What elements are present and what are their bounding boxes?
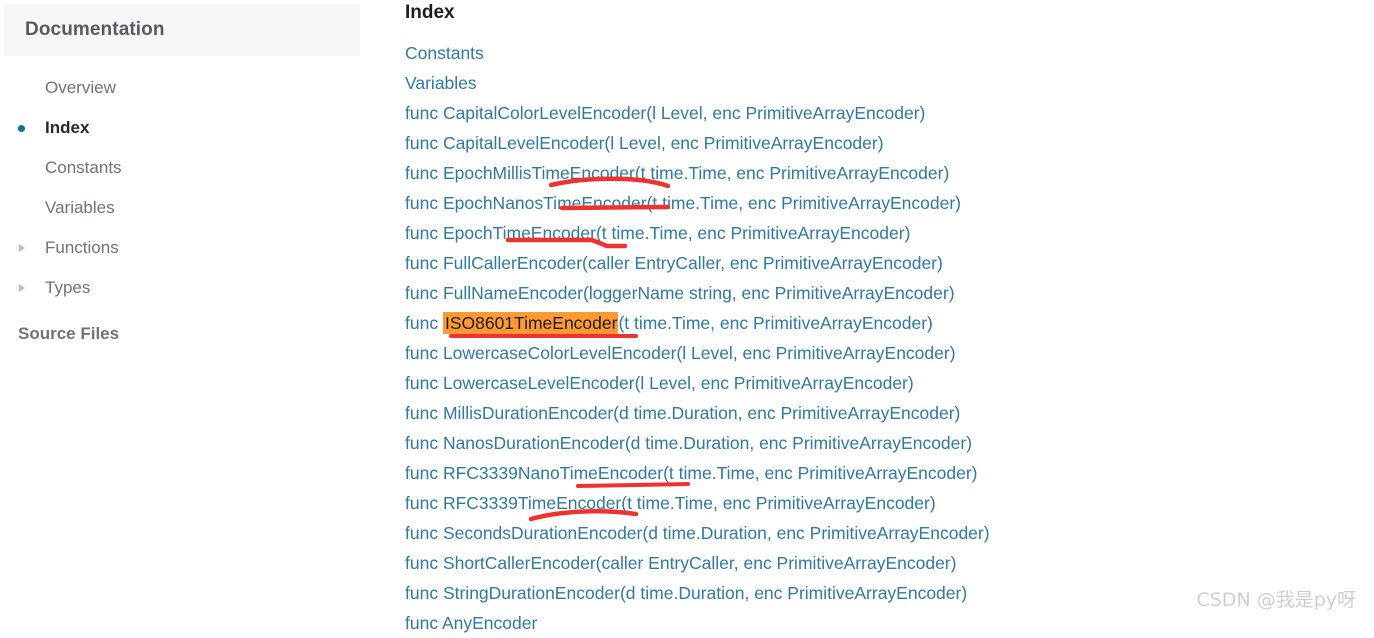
index-link-list: Constants Variables func CapitalColorLevel… xyxy=(405,38,1365,638)
sidebar-item-constants[interactable]: Constants xyxy=(0,148,360,188)
sidebar-item-overview[interactable]: Overview xyxy=(0,68,360,108)
sidebar-item-label: Constants xyxy=(45,158,122,177)
index-link[interactable]: func FullCallerEncoder(caller EntryCalle… xyxy=(405,248,1365,278)
sidebar-section-source-files[interactable]: Source Files xyxy=(18,324,119,344)
index-link[interactable]: func EpochTimeEncoder(t time.Time, enc P… xyxy=(405,218,1365,248)
index-link[interactable]: func EpochMillisTimeEncoder(t time.Time,… xyxy=(405,158,1365,188)
index-link[interactable]: func FullNameEncoder(loggerName string, … xyxy=(405,278,1365,308)
index-link-label: func SecondsDurationEncoder(d time.Durat… xyxy=(405,523,990,543)
nav-marker-spacer xyxy=(18,203,28,213)
sidebar-item-label: Overview xyxy=(45,78,116,97)
index-link[interactable]: func SecondsDurationEncoder(d time.Durat… xyxy=(405,518,1365,548)
page-title: Index xyxy=(405,2,455,23)
index-link-label: func AnyEncoder xyxy=(405,613,538,633)
nav-marker-spacer xyxy=(18,83,28,93)
nav-marker-spacer xyxy=(18,163,28,173)
sidebar-item-index[interactable]: Index xyxy=(0,108,360,148)
index-link[interactable]: func ISO8601TimeEncoder(t time.Time, enc… xyxy=(405,308,1365,338)
index-link[interactable]: func ShortCallerEncoder(caller EntryCall… xyxy=(405,548,1365,578)
sidebar-item-label: Types xyxy=(45,278,91,297)
index-link-label: func LowercaseLevelEncoder(l Level, enc … xyxy=(405,373,914,393)
index-link-label: func CapitalLevelEncoder(l Level, enc Pr… xyxy=(405,133,884,153)
index-link[interactable]: func NanosDurationEncoder(d time.Duratio… xyxy=(405,428,1365,458)
index-link-prefix: func xyxy=(405,313,443,333)
index-link[interactable]: func CapitalLevelEncoder(l Level, enc Pr… xyxy=(405,128,1365,158)
highlighted-symbol: ISO8601TimeEncoder xyxy=(442,312,619,334)
index-link-label: func NanosDurationEncoder(d time.Duratio… xyxy=(405,433,973,453)
csdn-watermark: CSDN @我是py呀 xyxy=(1196,589,1356,611)
documentation-sidebar: Documentation Overview Index Constants Vari… xyxy=(0,0,395,617)
sidebar-item-types[interactable]: Types xyxy=(0,268,360,308)
index-link-label: Variables xyxy=(405,73,477,93)
sidebar-title: Documentation xyxy=(25,19,165,40)
sidebar-nav: Overview Index Constants Variables Functions… xyxy=(0,68,360,308)
index-link-label: func EpochTimeEncoder(t time.Time, enc P… xyxy=(405,223,911,243)
index-link-label: func LowercaseColorLevelEncoder(l Level,… xyxy=(405,343,956,363)
main-content: Index Constants Variables func CapitalColo… xyxy=(395,0,1374,633)
sidebar-item-label: Index xyxy=(45,118,90,137)
index-link-label: func EpochMillisTimeEncoder(t time.Time,… xyxy=(405,163,950,183)
index-link-label: func MillisDurationEncoder(d time.Durati… xyxy=(405,403,961,423)
index-link-label: func CapitalColorLevelEncoder(l Level, e… xyxy=(405,103,926,123)
index-link-label: Constants xyxy=(405,43,484,63)
sidebar-item-functions[interactable]: Functions xyxy=(0,228,360,268)
index-link-suffix: (t time.Time, enc PrimitiveArrayEncoder) xyxy=(618,313,933,333)
index-link-label: func ShortCallerEncoder(caller EntryCall… xyxy=(405,553,957,573)
sidebar-item-variables[interactable]: Variables xyxy=(0,188,360,228)
index-link[interactable]: Constants xyxy=(405,38,1365,68)
index-link[interactable]: Variables xyxy=(405,68,1365,98)
index-link[interactable]: func CapitalColorLevelEncoder(l Level, e… xyxy=(405,98,1365,128)
index-link[interactable]: func MillisDurationEncoder(d time.Durati… xyxy=(405,398,1365,428)
chevron-right-icon[interactable] xyxy=(18,283,28,293)
sidebar-item-label: Functions xyxy=(45,238,119,257)
index-link[interactable]: func RFC3339TimeEncoder(t time.Time, enc… xyxy=(405,488,1365,518)
index-link-label: func FullCallerEncoder(caller EntryCalle… xyxy=(405,253,943,273)
index-link-label: func EpochNanosTimeEncoder(t time.Time, … xyxy=(405,193,961,213)
index-link-label: func RFC3339TimeEncoder(t time.Time, enc… xyxy=(405,493,936,513)
chevron-right-icon[interactable] xyxy=(18,243,28,253)
index-link-label: func StringDurationEncoder(d time.Durati… xyxy=(405,583,968,603)
current-item-bullet-icon xyxy=(18,123,28,133)
sidebar-item-label: Variables xyxy=(45,198,115,217)
sidebar-header: Documentation xyxy=(4,4,360,56)
index-link-label: func RFC3339NanoTimeEncoder(t time.Time,… xyxy=(405,463,978,483)
index-link[interactable]: func EpochNanosTimeEncoder(t time.Time, … xyxy=(405,188,1365,218)
index-link[interactable]: func LowercaseLevelEncoder(l Level, enc … xyxy=(405,368,1365,398)
index-link[interactable]: func RFC3339NanoTimeEncoder(t time.Time,… xyxy=(405,458,1365,488)
index-link[interactable]: func LowercaseColorLevelEncoder(l Level,… xyxy=(405,338,1365,368)
index-link-label: func FullNameEncoder(loggerName string, … xyxy=(405,283,955,303)
index-link[interactable]: func AnyEncoder xyxy=(405,608,1365,638)
